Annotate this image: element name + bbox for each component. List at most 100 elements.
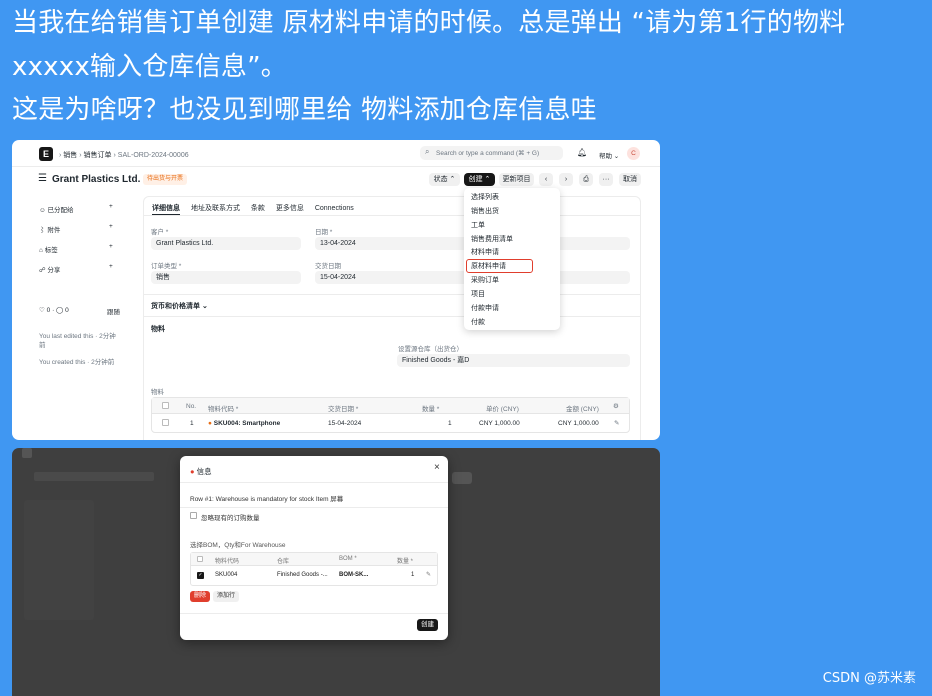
divider: [143, 215, 641, 216]
update-items-button[interactable]: 更新项目: [499, 173, 534, 186]
tab-details[interactable]: 详细信息: [152, 205, 180, 212]
question-line-3: 这是为啥呀？也没见到哪里给 物料添加仓库信息哇: [12, 95, 597, 125]
source-warehouse-field[interactable]: Finished Goods - 嘉D: [397, 354, 630, 367]
col-qty: 数量 *: [422, 406, 440, 413]
row-item-code[interactable]: ● SKU004: Smartphone: [208, 420, 280, 427]
menu-item-payment-request[interactable]: 付款申请: [471, 303, 499, 313]
menu-item-pick-list[interactable]: 选择列表: [471, 192, 499, 202]
add-icon[interactable]: +: [109, 263, 113, 270]
close-icon[interactable]: ×: [434, 462, 440, 473]
question-line-2: xxxxx输入仓库信息”。: [12, 52, 288, 82]
date-label: 日期 *: [315, 229, 333, 236]
breadcrumb-sales[interactable]: 销售: [63, 152, 77, 159]
items-table-label: 物料: [151, 389, 164, 396]
row-checkbox-checked[interactable]: ✓: [197, 572, 204, 579]
col-bom: BOM *: [339, 556, 357, 562]
watermark: CSDN @苏米素: [822, 671, 916, 686]
cancel-button[interactable]: 取消: [619, 173, 641, 186]
bom-section-label: 选择BOM，Qty和For Warehouse: [190, 542, 286, 549]
menu-item-purchase-order[interactable]: 采购订单: [471, 275, 499, 285]
add-icon[interactable]: +: [109, 203, 113, 210]
select-all-checkbox[interactable]: [197, 556, 203, 562]
tab-terms[interactable]: 条款: [251, 205, 265, 212]
table-row[interactable]: 1 ● SKU004: Smartphone 15-04-2024 1 CNY …: [152, 414, 629, 432]
delete-button[interactable]: 删除: [190, 591, 211, 602]
paperclip-icon: ⌇: [39, 227, 46, 234]
row-qty[interactable]: 1: [411, 572, 414, 578]
items-table: No. 物料代码 * 交货日期 * 数量 * 单价 (CNY) 金额 (CNY)…: [151, 397, 630, 433]
more-button[interactable]: ···: [599, 173, 613, 186]
follow-link[interactable]: 跟随: [107, 306, 120, 316]
menu-item-delivery-note[interactable]: 销售出货: [471, 206, 499, 216]
sidebar-item-attachments[interactable]: ⌇ 附件: [39, 224, 60, 234]
tabs: 详细信息 地址及联系方式 条款 更多信息 Connections: [152, 203, 354, 213]
row-no: 1: [190, 420, 194, 427]
dialog-create-button[interactable]: 创建: [417, 619, 438, 631]
menu-item-sales-invoice[interactable]: 销售费用清单: [471, 234, 513, 244]
blurred-title: [34, 472, 154, 481]
row-warehouse[interactable]: Finished Goods -...: [277, 572, 328, 578]
breadcrumb-sales-order[interactable]: 销售订单: [84, 152, 112, 159]
col-no: No.: [186, 403, 197, 410]
divider: [143, 294, 641, 295]
create-button[interactable]: 创建 ⌃: [464, 173, 495, 186]
search-placeholder: Search or type a command (⌘ + G): [436, 150, 540, 157]
status-badge: 待出货与开票: [143, 174, 188, 185]
help-menu[interactable]: 帮助 ⌄: [599, 150, 619, 160]
next-icon[interactable]: ›: [559, 173, 573, 186]
add-icon[interactable]: +: [109, 223, 113, 230]
row-bom[interactable]: BOM-SK...: [339, 572, 368, 578]
table-row[interactable]: ✓ SKU004 Finished Goods -... BOM-SK... 1…: [191, 566, 437, 585]
search-input[interactable]: ⌕ Search or type a command (⌘ + G): [420, 146, 563, 160]
row-item-code[interactable]: SKU004: [215, 572, 237, 578]
row-delivery-date[interactable]: 15-04-2024: [328, 420, 361, 427]
customer-field[interactable]: Grant Plastics Ltd.: [151, 237, 301, 250]
add-icon[interactable]: +: [109, 243, 113, 250]
likes-count[interactable]: ♡ 0 · ◯ 0: [39, 306, 69, 314]
divider: [143, 316, 641, 317]
dialog-message: Row #1: Warehouse is mandatory for stock…: [190, 496, 344, 503]
tab-connections[interactable]: Connections: [315, 205, 354, 212]
row-qty[interactable]: 1: [448, 420, 452, 427]
sidebar-item-assigned[interactable]: ☺ 已分配给: [39, 204, 73, 214]
tab-more-info[interactable]: 更多信息: [276, 205, 304, 212]
menu-item-raw-material-request[interactable]: 原材料申请: [471, 261, 506, 271]
blurred-sidebar: [24, 500, 94, 620]
source-warehouse-label: 设置源仓库（出货仓）: [398, 346, 463, 353]
status-button[interactable]: 状态 ⌃: [429, 173, 460, 186]
blurred-logo: [22, 448, 32, 458]
ignore-qty-checkbox[interactable]: [190, 512, 197, 519]
print-icon[interactable]: ⎙: [579, 173, 593, 186]
menu-item-payment[interactable]: 付款: [471, 317, 485, 327]
settings-icon[interactable]: ⚙: [613, 402, 619, 410]
order-type-field[interactable]: 销售: [151, 271, 301, 284]
edit-icon[interactable]: ✎: [614, 419, 619, 427]
prev-icon[interactable]: ‹: [539, 173, 553, 186]
row-checkbox[interactable]: [162, 419, 169, 426]
add-row-button[interactable]: 添加行: [213, 591, 240, 602]
menu-item-work-order[interactable]: 工单: [471, 220, 485, 230]
col-item-code: 物料代码: [215, 559, 240, 565]
row-rate[interactable]: CNY 1,000.00: [479, 420, 520, 427]
menu-item-project[interactable]: 项目: [471, 289, 485, 299]
share-icon: ☍: [39, 267, 46, 274]
sidebar-toggle-icon[interactable]: ☰: [38, 173, 47, 184]
select-all-checkbox[interactable]: [162, 402, 169, 409]
breadcrumb-doc-id[interactable]: SAL-ORD-2024-00006: [118, 152, 189, 159]
menu-item-material-request[interactable]: 材料申请: [471, 247, 499, 257]
edit-icon[interactable]: ✎: [426, 571, 431, 578]
avatar[interactable]: C: [627, 147, 640, 160]
divider: [180, 507, 448, 508]
search-icon: ⌕: [425, 147, 430, 156]
sidebar-item-share[interactable]: ☍ 分享: [39, 264, 60, 274]
ignore-qty-label: 忽略现有的订购数量: [201, 515, 260, 522]
chevron-right-icon: ›: [113, 152, 116, 159]
chevron-right-icon: ›: [79, 152, 82, 159]
app-logo[interactable]: E: [39, 147, 53, 161]
tab-address[interactable]: 地址及联系方式: [191, 205, 240, 212]
currency-section-toggle[interactable]: 货币和价格清单 ⌄: [151, 301, 208, 311]
last-edited-cont: 前: [39, 342, 46, 349]
create-dropdown-menu: 选择列表 销售出货 工单 销售费用清单 材料申请 原材料申请 采购订单 项目 付…: [464, 188, 560, 330]
sidebar-item-tags[interactable]: ⌂ 标签: [39, 244, 58, 254]
bell-icon[interactable]: 🔔︎: [577, 148, 587, 157]
